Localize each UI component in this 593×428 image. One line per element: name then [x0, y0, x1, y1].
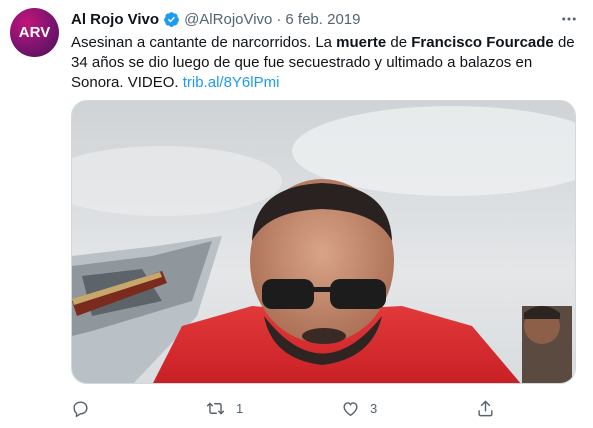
like-count: 3 — [370, 400, 378, 416]
tweet-card[interactable]: ARV Al Rojo Vivo @AlRojoVivo · 6 feb. 20… — [0, 0, 593, 428]
retweet-count: 1 — [236, 400, 244, 416]
text-segment: Asesinan a cantante de narcorridos. La — [71, 34, 337, 51]
retweet-icon — [206, 402, 225, 414]
text-bold-muerte: muerte — [336, 34, 387, 51]
separator-dot: · — [276, 10, 282, 28]
text-bold-name: Francisco Fourcade — [411, 34, 554, 51]
video-thumbnail[interactable] — [71, 100, 576, 384]
verified-badge-icon — [163, 11, 180, 28]
svg-text:ARV: ARV — [19, 24, 50, 41]
reply-icon — [73, 400, 88, 417]
share-button[interactable] — [476, 396, 495, 420]
like-button[interactable]: 3 — [341, 396, 377, 420]
tweet-date[interactable]: 6 feb. 2019 — [285, 11, 360, 28]
heart-icon — [343, 401, 358, 416]
avatar-logo-icon: ARV — [19, 24, 50, 41]
more-options-icon[interactable] — [558, 10, 580, 28]
tweet-text: Asesinan a cantante de narcorridos. La m… — [71, 33, 576, 93]
author-name[interactable]: Al Rojo Vivo — [71, 11, 159, 28]
tweet-link[interactable]: trib.al/8Y6lPmi — [183, 74, 280, 91]
tweet-header: Al Rojo Vivo @AlRojoVivo · 6 feb. 2019 — [71, 9, 360, 29]
author-handle[interactable]: @AlRojoVivo — [184, 11, 272, 28]
retweet-button[interactable]: 1 — [205, 396, 243, 420]
tweet-actions: 1 3 — [71, 396, 576, 420]
avatar[interactable]: ARV — [10, 8, 59, 57]
share-icon — [478, 400, 493, 416]
reply-button[interactable] — [71, 396, 100, 420]
text-segment: de — [386, 34, 412, 51]
